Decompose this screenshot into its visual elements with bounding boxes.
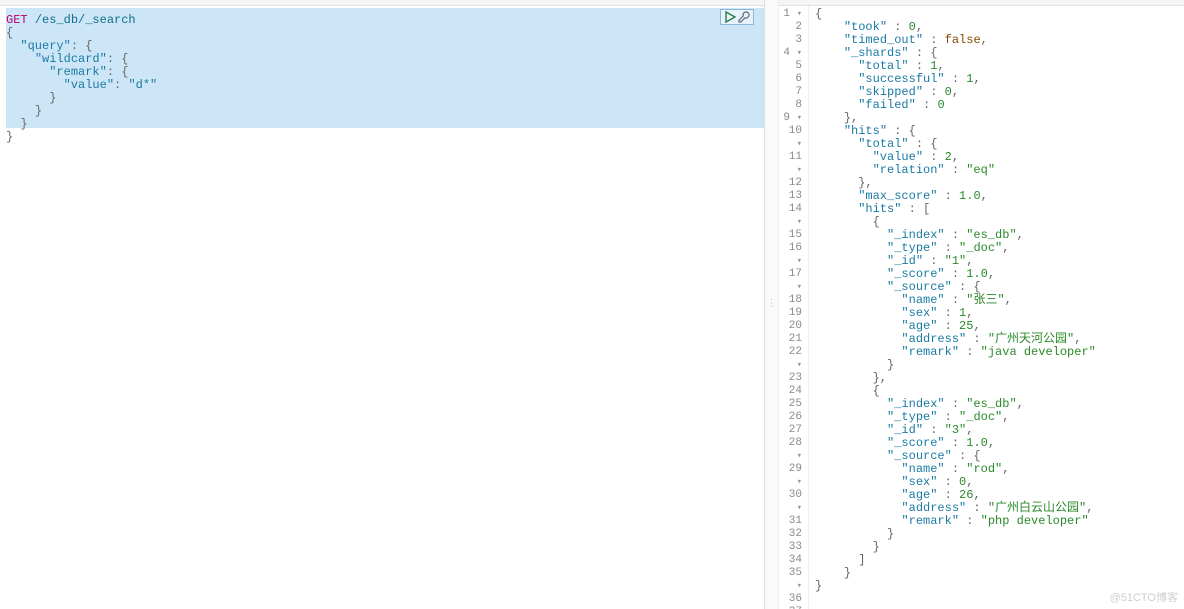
line-number: 28 ▾ — [779, 437, 802, 463]
line-number: 9 ▾ — [779, 112, 802, 125]
pane-divider[interactable]: ⋮ — [765, 0, 779, 609]
wrench-icon[interactable] — [738, 11, 750, 23]
request-pane[interactable]: GET /es_db/_search { "query": { "wildcar… — [0, 0, 765, 609]
line-number: 4 ▾ — [779, 47, 802, 60]
key-remark: "remark" — [49, 65, 107, 79]
request-editor[interactable]: GET /es_db/_search { "query": { "wildcar… — [0, 6, 764, 152]
fold-toggle-icon[interactable]: ▾ — [797, 9, 802, 19]
response-pane: 1 ▾234 ▾56789 ▾10 ▾11 ▾121314 ▾1516 ▾17 … — [779, 0, 1184, 609]
line-number: 27 — [779, 424, 802, 437]
line-number: 16 ▾ — [779, 242, 802, 268]
val-value: "d*" — [128, 78, 157, 92]
line-number: 34 — [779, 554, 802, 567]
response-line: "failed" : 0 — [815, 99, 1178, 112]
line-number: 19 — [779, 307, 802, 320]
request-action-buttons — [720, 9, 754, 25]
line-number: 35 ▾ — [779, 567, 802, 593]
response-line: } — [815, 541, 1178, 554]
line-number: 18 — [779, 294, 802, 307]
line-number: 8 — [779, 99, 802, 112]
line-number: 22 ▾ — [779, 346, 802, 372]
line-number: 12 — [779, 177, 802, 190]
fold-toggle-icon[interactable]: ▾ — [797, 503, 802, 513]
line-number: 11 ▾ — [779, 151, 802, 177]
line-number: 24 — [779, 385, 802, 398]
line-number: 2 — [779, 21, 802, 34]
run-query-icon[interactable] — [724, 11, 736, 23]
line-number: 13 — [779, 190, 802, 203]
fold-toggle-icon[interactable]: ▾ — [797, 217, 802, 227]
line-gutter: 1 ▾234 ▾56789 ▾10 ▾11 ▾121314 ▾1516 ▾17 … — [779, 6, 809, 609]
line-number: 3 — [779, 34, 802, 47]
fold-toggle-icon[interactable]: ▾ — [797, 282, 802, 292]
line-number: 25 — [779, 398, 802, 411]
line-number: 7 — [779, 86, 802, 99]
line-number: 30 ▾ — [779, 489, 802, 515]
response-line: ] — [815, 554, 1178, 567]
fold-toggle-icon[interactable]: ▾ — [797, 477, 802, 487]
key-value: "value" — [64, 78, 114, 92]
line-number: 17 ▾ — [779, 268, 802, 294]
line-number: 21 — [779, 333, 802, 346]
watermark: @51CTO博客 — [1110, 589, 1178, 605]
key-query: "query" — [20, 39, 70, 53]
key-wildcard: "wildcard" — [35, 52, 107, 66]
line-number: 14 ▾ — [779, 203, 802, 229]
line-number: 20 — [779, 320, 802, 333]
line-number: 15 — [779, 229, 802, 242]
request-path: /es_db/_search — [35, 13, 136, 27]
fold-toggle-icon[interactable]: ▾ — [797, 451, 802, 461]
fold-toggle-icon[interactable]: ▾ — [797, 165, 802, 175]
line-number: 36 — [779, 593, 802, 606]
line-number: 33 — [779, 541, 802, 554]
fold-toggle-icon[interactable]: ▾ — [797, 139, 802, 149]
line-number: 31 — [779, 515, 802, 528]
http-method: GET — [6, 13, 28, 27]
fold-toggle-icon[interactable]: ▾ — [797, 581, 802, 591]
response-line: } — [815, 567, 1178, 580]
fold-toggle-icon[interactable]: ▾ — [797, 360, 802, 370]
line-number: 26 — [779, 411, 802, 424]
line-number: 29 ▾ — [779, 463, 802, 489]
line-number: 23 — [779, 372, 802, 385]
line-number: 6 — [779, 73, 802, 86]
drag-handle-icon: ⋮ — [767, 303, 777, 307]
fold-toggle-icon[interactable]: ▾ — [797, 48, 802, 58]
fold-toggle-icon[interactable]: ▾ — [797, 256, 802, 266]
fold-toggle-icon[interactable]: ▾ — [797, 113, 802, 123]
line-number: 1 ▾ — [779, 8, 802, 21]
response-viewer[interactable]: { "took" : 0, "timed_out" : false, "_sha… — [809, 6, 1184, 609]
line-number: 32 — [779, 528, 802, 541]
line-number: 5 — [779, 60, 802, 73]
line-number: 10 ▾ — [779, 125, 802, 151]
